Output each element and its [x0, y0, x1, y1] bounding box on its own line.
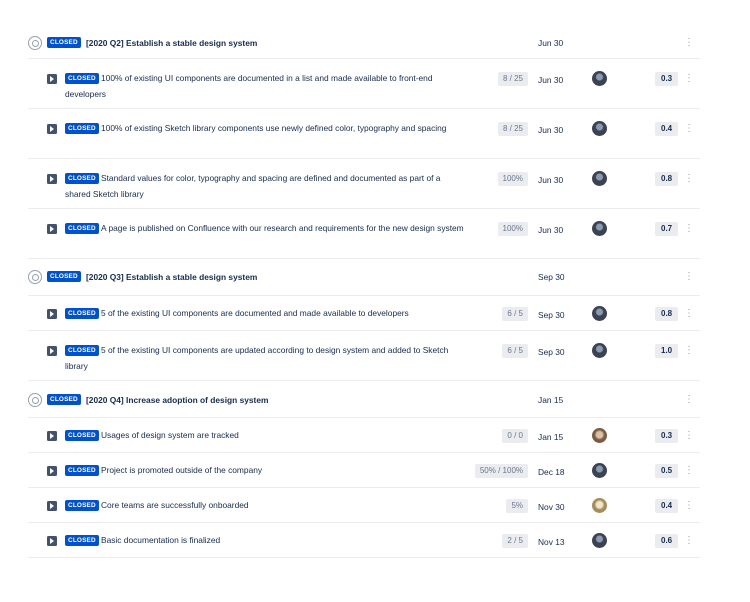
- due-date: Jun 30: [538, 175, 564, 185]
- key-result-text[interactable]: 100% of existing UI components are docum…: [65, 71, 465, 102]
- progress-chip: 5%: [506, 499, 528, 513]
- score-chip: 0.4: [655, 122, 679, 136]
- key-result-row[interactable]: CLOSED Project is promoted outside of th…: [28, 453, 700, 488]
- flag-icon: [47, 309, 57, 319]
- status-badge: CLOSED: [47, 37, 81, 48]
- status-badge: CLOSED: [47, 394, 81, 405]
- score-chip: 0.8: [655, 307, 679, 321]
- more-vertical-icon[interactable]: ⋮: [684, 170, 694, 188]
- more-vertical-icon[interactable]: ⋮: [684, 120, 694, 138]
- key-result-text[interactable]: Standard values for color, typography an…: [65, 171, 465, 202]
- more-vertical-icon[interactable]: ⋮: [684, 268, 694, 286]
- score-chip: 0.3: [655, 72, 679, 86]
- score-chip: 0.5: [655, 464, 679, 478]
- avatar[interactable]: [592, 221, 607, 236]
- progress-chip: 100%: [497, 172, 528, 186]
- progress-chip: 100%: [497, 222, 528, 236]
- progress-chip: 0 / 0: [502, 429, 528, 443]
- key-result-row[interactable]: CLOSED 5 of the existing UI components a…: [28, 331, 700, 381]
- objective-title[interactable]: [2020 Q4] Increase adoption of design sy…: [86, 395, 268, 405]
- avatar[interactable]: [592, 533, 607, 548]
- key-result-text[interactable]: Basic documentation is finalized: [65, 533, 465, 549]
- progress-chip: 6 / 5: [502, 307, 528, 321]
- flag-icon: [47, 224, 57, 234]
- progress-chip: 8 / 25: [497, 72, 528, 86]
- key-result-row[interactable]: CLOSED 100% of existing UI components ar…: [28, 59, 700, 109]
- key-result-text[interactable]: A page is published on Confluence with o…: [65, 221, 465, 237]
- key-result-row[interactable]: CLOSED Usages of design system are track…: [28, 418, 700, 453]
- avatar[interactable]: [592, 463, 607, 478]
- objective-due-date: Jan 15: [538, 395, 564, 405]
- avatar[interactable]: [592, 171, 607, 186]
- key-result-row[interactable]: CLOSED 5 of the existing UI components a…: [28, 296, 700, 331]
- score-chip: 0.8: [655, 172, 679, 186]
- key-result-text[interactable]: Project is promoted outside of the compa…: [65, 463, 465, 479]
- key-result-row[interactable]: CLOSED A page is published on Confluence…: [28, 209, 700, 259]
- due-date: Jun 30: [538, 225, 564, 235]
- avatar[interactable]: [592, 498, 607, 513]
- due-date: Jun 30: [538, 75, 564, 85]
- due-date: Dec 18: [538, 467, 565, 477]
- avatar[interactable]: [592, 71, 607, 86]
- objective-row[interactable]: CLOSED [2020 Q2] Establish a stable desi…: [28, 28, 700, 59]
- score-chip: 0.7: [655, 222, 679, 236]
- more-vertical-icon[interactable]: ⋮: [684, 427, 694, 445]
- status-badge: CLOSED: [47, 271, 81, 282]
- flag-icon: [47, 124, 57, 134]
- objective-title[interactable]: [2020 Q3] Establish a stable design syst…: [86, 272, 257, 282]
- more-vertical-icon[interactable]: ⋮: [684, 391, 694, 409]
- more-vertical-icon[interactable]: ⋮: [684, 305, 694, 323]
- avatar[interactable]: [592, 121, 607, 136]
- due-date: Sep 30: [538, 310, 565, 320]
- more-vertical-icon[interactable]: ⋮: [684, 70, 694, 88]
- key-result-text[interactable]: Usages of design system are tracked: [65, 428, 465, 444]
- target-icon: [28, 393, 42, 407]
- due-date: Nov 13: [538, 537, 565, 547]
- objective-due-date: Sep 30: [538, 272, 565, 282]
- more-vertical-icon[interactable]: ⋮: [684, 462, 694, 480]
- avatar[interactable]: [592, 343, 607, 358]
- flag-icon: [47, 431, 57, 441]
- objective-row[interactable]: CLOSED [2020 Q3] Establish a stable desi…: [28, 259, 700, 296]
- flag-icon: [47, 74, 57, 84]
- more-vertical-icon[interactable]: ⋮: [684, 532, 694, 550]
- key-result-row[interactable]: CLOSED Basic documentation is finalized …: [28, 523, 700, 558]
- flag-icon: [47, 536, 57, 546]
- key-result-text[interactable]: 100% of existing Sketch library componen…: [65, 121, 465, 137]
- key-result-text[interactable]: 5 of the existing UI components are upda…: [65, 343, 465, 374]
- flag-icon: [47, 466, 57, 476]
- score-chip: 0.3: [655, 429, 679, 443]
- score-chip: 0.4: [655, 499, 679, 513]
- progress-chip: 8 / 25: [497, 122, 528, 136]
- more-vertical-icon[interactable]: ⋮: [684, 497, 694, 515]
- due-date: Nov 30: [538, 502, 565, 512]
- due-date: Jan 15: [538, 432, 564, 442]
- objective-row[interactable]: CLOSED [2020 Q4] Increase adoption of de…: [28, 381, 700, 418]
- okr-list: CLOSED [2020 Q2] Establish a stable desi…: [28, 28, 700, 558]
- objective-due-date: Jun 30: [538, 38, 564, 48]
- key-result-row[interactable]: CLOSED Core teams are successfully onboa…: [28, 488, 700, 523]
- more-vertical-icon[interactable]: ⋮: [684, 34, 694, 52]
- key-result-row[interactable]: CLOSED Standard values for color, typogr…: [28, 159, 700, 209]
- due-date: Sep 30: [538, 347, 565, 357]
- progress-chip: 2 / 5: [502, 534, 528, 548]
- score-chip: 0.6: [655, 534, 679, 548]
- more-vertical-icon[interactable]: ⋮: [684, 220, 694, 238]
- due-date: Jun 30: [538, 125, 564, 135]
- target-icon: [28, 270, 42, 284]
- progress-chip: 6 / 5: [502, 344, 528, 358]
- progress-chip: 50% / 100%: [474, 464, 528, 478]
- more-vertical-icon[interactable]: ⋮: [684, 342, 694, 360]
- target-icon: [28, 36, 42, 50]
- key-result-text[interactable]: 5 of the existing UI components are docu…: [65, 306, 465, 322]
- flag-icon: [47, 501, 57, 511]
- key-result-text[interactable]: Core teams are successfully onboarded: [65, 498, 465, 514]
- avatar[interactable]: [592, 428, 607, 443]
- score-chip: 1.0: [655, 344, 679, 358]
- avatar[interactable]: [592, 306, 607, 321]
- flag-icon: [47, 346, 57, 356]
- flag-icon: [47, 174, 57, 184]
- key-result-row[interactable]: CLOSED 100% of existing Sketch library c…: [28, 109, 700, 159]
- objective-title[interactable]: [2020 Q2] Establish a stable design syst…: [86, 38, 257, 48]
